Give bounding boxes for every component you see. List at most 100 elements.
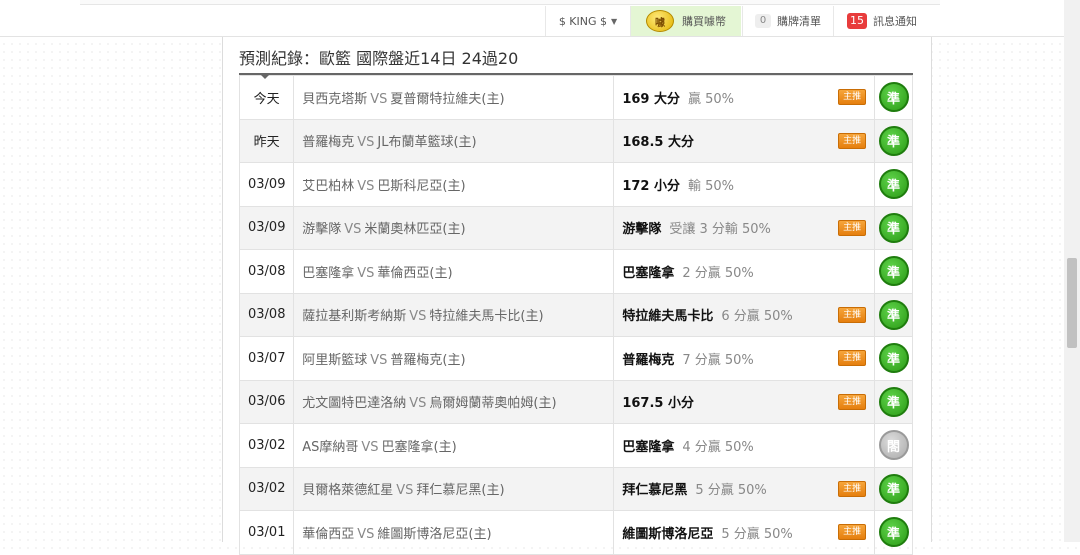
row-date: 03/02 [238, 466, 295, 511]
row-match[interactable]: 普羅梅克 VS JL布蘭革籃球(主) [293, 118, 615, 163]
result-badge-icon: 準 [878, 125, 909, 156]
vs-label: VS [361, 439, 379, 455]
pick-selection: 巴塞隆拿 [622, 439, 675, 455]
row-date: 昨天 [238, 118, 295, 163]
table-row: 今天 貝西克塔斯 VS 夏普爾特拉維夫(主) 169 大分贏 50% 主推準 [238, 75, 913, 120]
table-row: 03/08 巴塞隆拿 VS 華倫西亞(主) 巴塞隆拿 2 分贏 50% 準 [238, 249, 913, 294]
away-team: 貝爾格萊德紅星 [302, 483, 394, 499]
prediction-table: 今天 貝西克塔斯 VS 夏普爾特拉維夫(主) 169 大分贏 50% 主推準昨天 普羅梅克 V… [238, 75, 913, 555]
result-badge-icon: 準 [878, 386, 909, 417]
notifications-label: 訊息通知 [873, 15, 917, 28]
table-row: 03/07 阿里斯籃球 VS 普羅梅克(主) 普羅梅克 7 分贏 50% 主推準 [238, 336, 913, 381]
row-pick: 拜仁慕尼黑 5 分贏 50% 主推 [613, 466, 876, 511]
home-team: 華倫西亞(主) [377, 265, 453, 281]
pick-detail: 7 分贏 50% [682, 352, 754, 368]
pick-selection: 巴塞隆拿 [622, 265, 675, 281]
section-title: 預測紀錄：歐籃 國際盤近14日 24過20 [239, 49, 519, 68]
vs-label: VS [357, 135, 375, 151]
vs-label: VS [409, 309, 427, 325]
away-team: 游擊隊 [302, 222, 342, 238]
home-team: JL布蘭革籃球(主) [377, 135, 477, 151]
result-badge-icon: 準 [878, 299, 909, 330]
row-result: 準 [874, 249, 913, 294]
away-team: 尤文圖特巴達洛納 [302, 396, 407, 412]
away-team: 薩拉基利斯考納斯 [302, 309, 407, 325]
row-result: 準 [874, 292, 913, 337]
row-match[interactable]: AS摩納哥 VS 巴塞隆拿(主) [293, 423, 615, 468]
row-pick: 普羅梅克 7 分贏 50% 主推 [613, 336, 876, 381]
row-match[interactable]: 尤文圖特巴達洛納 VS 烏爾姆蘭蒂奧帕姆(主) [293, 379, 615, 424]
row-match[interactable]: 阿里斯籃球 VS 普羅梅克(主) [293, 336, 615, 381]
vs-label: VS [357, 526, 375, 542]
home-team: 烏爾姆蘭蒂奧帕姆(主) [429, 396, 557, 412]
row-date: 03/09 [238, 205, 295, 250]
cart-link[interactable]: 0 購牌清單 [742, 6, 833, 36]
vs-label: VS [370, 91, 388, 107]
pick-selection: 維圖斯博洛尼亞 [622, 526, 714, 542]
row-pick: 特拉維夫馬卡比 6 分贏 50% 主推 [613, 292, 876, 337]
table-row: 03/02 貝爾格萊德紅星 VS 拜仁慕尼黑(主) 拜仁慕尼黑 5 分贏 50% 主推準 [238, 466, 913, 511]
pick-selection: 167.5 小分 [622, 396, 694, 412]
row-date: 今天 [238, 75, 295, 120]
row-result: 準 [874, 466, 913, 511]
scrollbar-thumb[interactable] [1067, 258, 1077, 348]
row-result: 準 [874, 118, 913, 163]
away-team: 阿里斯籃球 [302, 352, 368, 368]
table-row: 03/01 華倫西亞 VS 維圖斯博洛尼亞(主) 維圖斯博洛尼亞 5 分贏 50% 主推準 [238, 510, 913, 555]
pick-selection: 172 小分 [622, 178, 680, 194]
row-pick: 維圖斯博洛尼亞 5 分贏 50% 主推 [613, 510, 876, 555]
table-row: 昨天 普羅梅克 VS JL布蘭革籃球(主) 168.5 大分 主推準 [238, 118, 913, 163]
home-team: 維圖斯博洛尼亞(主) [377, 526, 492, 542]
top-nav-bar: $ KING $ ▼ 噱 購買噱幣 0 購牌清單 15 訊息通知 [0, 0, 1064, 37]
row-result: 準 [874, 162, 913, 207]
coin-icon: 噱 [646, 10, 674, 32]
row-pick: 巴塞隆拿 2 分贏 50% [613, 249, 876, 294]
pick-detail: 贏 50% [688, 91, 735, 107]
row-result: 準 [874, 75, 913, 120]
row-result: 準 [874, 336, 913, 381]
user-menu[interactable]: $ KING $ ▼ [545, 6, 630, 36]
pick-selection: 169 大分 [622, 91, 680, 107]
row-match[interactable]: 艾巴柏林 VS 巴斯科尼亞(主) [293, 162, 615, 207]
prediction-panel: 預測紀錄：歐籃 國際盤近14日 24過20 今天 貝西克塔斯 VS 夏普爾特拉維夫(主… [222, 37, 932, 555]
row-match[interactable]: 華倫西亞 VS 維圖斯博洛尼亞(主) [293, 510, 615, 555]
row-match[interactable]: 游擊隊 VS 米蘭奧林匹亞(主) [293, 205, 615, 250]
notifications-link[interactable]: 15 訊息通知 [833, 6, 930, 36]
result-badge-icon: 準 [878, 169, 909, 200]
vs-label: VS [409, 396, 427, 412]
home-team: 普羅梅克(主) [390, 352, 466, 368]
vs-label: VS [396, 483, 414, 499]
pick-selection: 游擊隊 [622, 222, 662, 238]
buy-coins-button[interactable]: 噱 購買噱幣 [630, 6, 741, 36]
away-team: AS摩納哥 [302, 439, 359, 455]
row-date: 03/01 [238, 510, 295, 555]
featured-pick-badge: 主推 [838, 350, 867, 366]
cart-label: 購牌清單 [777, 15, 821, 28]
caret-down-icon: ▼ [611, 16, 618, 26]
row-pick: 巴塞隆拿 4 分贏 50% [613, 423, 876, 468]
table-row: 03/09 艾巴柏林 VS 巴斯科尼亞(主) 172 小分輸 50% 準 [238, 162, 913, 207]
featured-pick-badge: 主推 [838, 524, 867, 540]
vs-label: VS [370, 352, 388, 368]
row-match[interactable]: 巴塞隆拿 VS 華倫西亞(主) [293, 249, 615, 294]
result-badge-icon: 準 [878, 473, 909, 504]
cart-count-badge: 0 [755, 14, 771, 28]
vs-label: VS [344, 222, 362, 238]
row-match[interactable]: 貝西克塔斯 VS 夏普爾特拉維夫(主) [293, 75, 615, 120]
home-team: 巴塞隆拿(主) [381, 439, 457, 455]
featured-pick-badge: 主推 [838, 393, 867, 410]
vs-label: VS [357, 178, 375, 194]
row-result: 準 [874, 379, 913, 424]
pick-detail: 2 分贏 50% [682, 265, 754, 281]
pick-selection: 普羅梅克 [622, 352, 675, 368]
table-row: 03/08 薩拉基利斯考納斯 VS 特拉維夫馬卡比(主) 特拉維夫馬卡比 6 分贏 50%… [238, 292, 913, 337]
row-match[interactable]: 貝爾格萊德紅星 VS 拜仁慕尼黑(主) [293, 466, 615, 511]
pick-selection: 168.5 大分 [622, 135, 694, 151]
row-result: 準 [874, 510, 913, 555]
table-row: 03/09 游擊隊 VS 米蘭奧林匹亞(主) 游擊隊 受讓 3 分輸 50% 主推準 [238, 205, 913, 250]
page-scrollbar[interactable] [1064, 0, 1080, 542]
pick-detail: 6 分贏 50% [721, 309, 793, 325]
featured-pick-badge: 主推 [838, 306, 867, 323]
row-date: 03/07 [238, 336, 295, 381]
row-match[interactable]: 薩拉基利斯考納斯 VS 特拉維夫馬卡比(主) [293, 292, 615, 337]
